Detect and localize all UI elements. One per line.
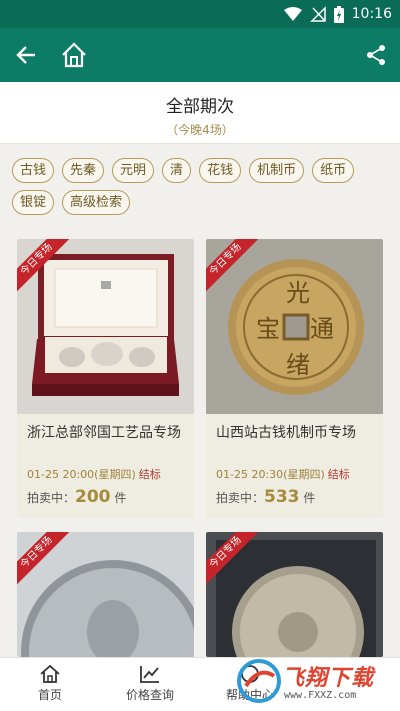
watermark-text: 飞翔下载 [282,666,375,691]
wifi-icon [283,7,302,21]
status-time: 10:16 [351,6,392,22]
status-bar: 10:16 [0,0,400,28]
back-button[interactable] [10,39,42,71]
app-bar [0,28,400,82]
count-suffix: 件 [110,491,127,505]
svg-text:光: 光 [286,279,310,307]
home-icon [40,664,60,683]
end-label: 结标 [138,468,161,481]
svg-text:宝: 宝 [256,315,280,343]
auction-time-text: 01-25 20:30(星期四) [216,468,325,481]
filter-chip-guqian[interactable]: 古钱 [12,158,55,183]
end-label: 结标 [327,468,350,481]
advanced-search-chip[interactable]: 高级检索 [62,190,131,215]
count-number: 200 [75,487,111,507]
filter-chip-jizhibi[interactable]: 机制币 [249,158,305,183]
filter-chip-yinding[interactable]: 银锭 [12,190,55,215]
filter-chip-yuanming[interactable]: 元明 [112,158,155,183]
auction-title: 山西站古钱机制币专场 [216,425,356,441]
auction-count: 拍卖中：200 件 [27,487,126,507]
filter-chips: 古钱 先秦 元明 清 花钱 机制币 纸币 银锭 高级检索 [12,158,392,215]
auction-image-crafts-box: 今日专场 [17,239,194,414]
auction-card[interactable]: 今日专场 [206,532,383,657]
count-prefix: 拍卖中： [216,491,265,505]
filter-chip-huaqian[interactable]: 花钱 [199,158,242,183]
auction-image-silver-dollar: 今日专场 [17,532,194,657]
count-prefix: 拍卖中： [27,491,76,505]
auction-card[interactable]: 今日专场 [17,532,194,657]
home-button[interactable] [58,39,90,71]
auction-time-text: 01-25 20:00(星期四) [27,468,136,481]
count-suffix: 件 [299,491,316,505]
share-icon [367,45,385,65]
auction-card[interactable]: 今日专场 浙江总部邻国工艺品专场 01-25 20:00(星期四) 结标 拍卖中：… [17,239,194,518]
nav-price-query[interactable]: 价格查询 [100,658,200,711]
auction-image-coin: 光 通 绪 宝 今日专场 [206,239,383,414]
page-subtitle: （今晚4场） [166,123,234,137]
page-header: 全部期次 （今晚4场） [0,82,400,144]
filter-chip-xianqin[interactable]: 先秦 [62,158,105,183]
filter-chip-zhibi[interactable]: 纸币 [312,158,355,183]
auction-image-graded-coin: 今日专场 [206,532,383,657]
nav-home[interactable]: 首页 [0,658,100,711]
battery-icon [333,5,344,23]
nav-price-query-label: 价格查询 [125,688,174,702]
auction-time: 01-25 20:00(星期四) 结标 [27,466,161,482]
nav-home-label: 首页 [37,688,62,702]
auction-title: 浙江总部邻国工艺品专场 [27,425,181,441]
watermark-logo-icon [237,659,281,703]
status-icons: 10:16 [283,4,392,24]
page-title: 全部期次 [166,97,234,117]
watermark: 飞翔下载 www.FXXZ.com [234,652,396,711]
share-button[interactable] [360,39,392,71]
watermark-url: www.FXXZ.com [284,690,357,701]
svg-text:绪: 绪 [286,351,310,379]
back-arrow-icon [16,46,35,64]
no-signal-icon [309,6,326,22]
filter-chip-qing[interactable]: 清 [162,158,192,183]
svg-text:通: 通 [310,315,334,343]
auction-count: 拍卖中：533 件 [216,487,315,507]
home-icon [62,42,86,68]
auction-time: 01-25 20:30(星期四) 结标 [216,466,350,482]
chart-icon [140,666,159,683]
count-number: 533 [264,487,300,507]
auction-card[interactable]: 光 通 绪 宝 今日专场 山西站古钱机制币专场 01-25 20:30(星期四)… [206,239,383,518]
